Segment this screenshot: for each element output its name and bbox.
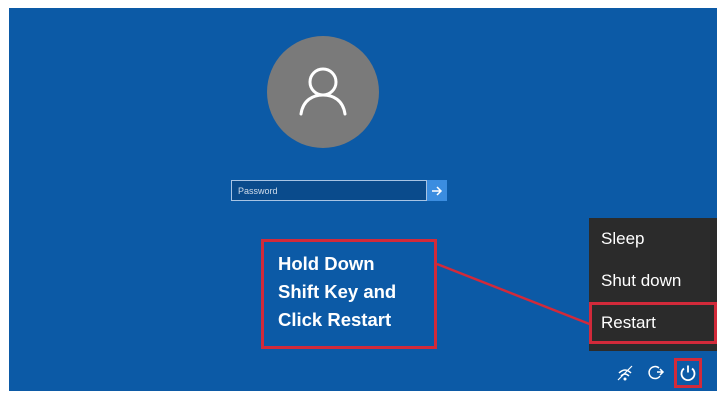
ease-of-access-icon[interactable] bbox=[644, 362, 666, 384]
system-tray bbox=[614, 358, 702, 388]
power-button[interactable] bbox=[674, 358, 702, 388]
power-menu: Sleep Shut down Restart bbox=[589, 218, 717, 351]
lock-screen: Hold Down Shift Key and Click Restart Sl… bbox=[9, 8, 717, 391]
network-icon[interactable] bbox=[614, 362, 636, 384]
menu-item-label: Sleep bbox=[601, 229, 645, 248]
power-icon bbox=[680, 365, 696, 382]
menu-item-restart[interactable]: Restart bbox=[589, 302, 717, 344]
menu-item-label: Shut down bbox=[601, 271, 682, 290]
menu-item-label: Restart bbox=[601, 313, 656, 332]
menu-item-shut-down[interactable]: Shut down bbox=[589, 260, 717, 302]
menu-item-sleep[interactable]: Sleep bbox=[589, 218, 717, 260]
